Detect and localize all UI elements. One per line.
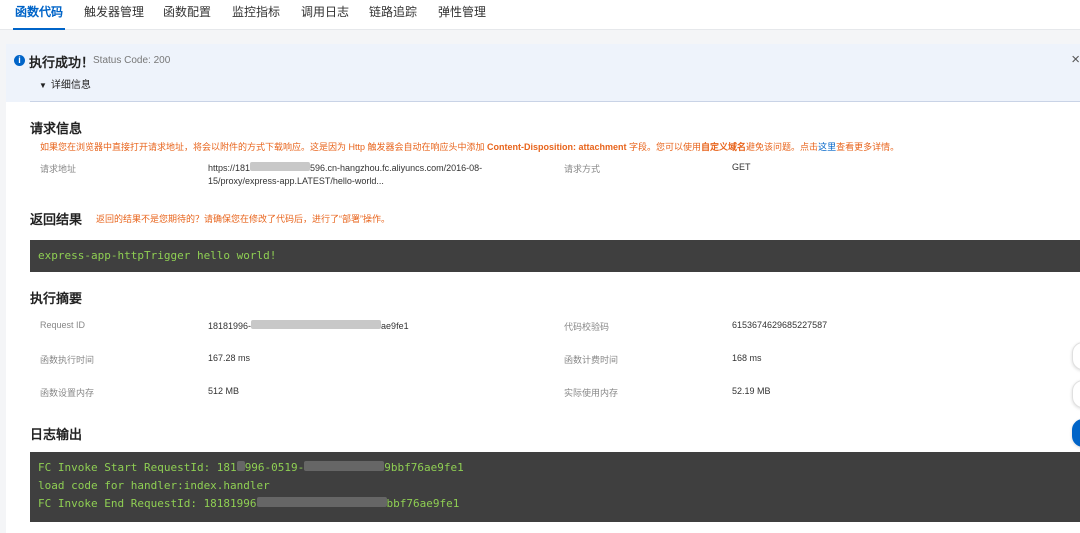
result-header: i 执行成功！ Status Code: 200 × ▼ 详细信息 <box>6 44 1080 102</box>
memory-label: 函数设置内存 <box>40 388 95 398</box>
warning-text: 查看更多详情。 <box>836 142 900 152</box>
status-code: Status Code: 200 <box>93 55 171 66</box>
log-text: 9bbf76ae9fe1 <box>384 461 464 474</box>
warning-text: 避免该问题。点击 <box>746 142 819 152</box>
request-id-value: 18181996- ae9fe1 <box>208 320 409 331</box>
used-memory-label: 实际使用内存 <box>564 388 619 398</box>
used-memory-value: 52.19 MB <box>732 386 771 396</box>
memory-value: 512 MB <box>208 386 240 396</box>
redacted-block <box>250 162 311 171</box>
tab-function-code[interactable]: 函数代码 <box>12 0 66 30</box>
tab-monitoring[interactable]: 监控指标 <box>232 0 280 30</box>
divider <box>30 101 1080 102</box>
url-text: https://181 <box>208 163 251 173</box>
close-icon[interactable]: × <box>1071 51 1080 68</box>
redacted-block <box>236 461 245 471</box>
floating-help-button[interactable] <box>1072 419 1080 447</box>
warning-text: 如果您在浏览器中直接打开请求地址，将会以附件的方式下载响应。这是因为 Http … <box>40 142 488 152</box>
response-title: 返回结果 <box>30 212 83 227</box>
request-info-title: 请求信息 <box>30 121 83 136</box>
log-text: 996-0519- <box>244 461 305 474</box>
billed-time-label: 函数计费时间 <box>564 355 619 365</box>
result-title: 执行成功！ <box>29 55 95 70</box>
log-line: FC Invoke Start RequestId: 181 996-0519- 9… <box>38 461 464 474</box>
response-warning: 返回的结果不是您期待的？请确保您在修改了代码后，进行了“部署”操作。 <box>96 214 390 224</box>
caret-down-icon: ▼ <box>39 81 47 90</box>
floating-action-button[interactable] <box>1072 342 1080 370</box>
response-output: express-app-httpTrigger hello world! <box>30 240 1080 272</box>
floating-action-button[interactable] <box>1072 380 1080 408</box>
summary-title: 执行摘要 <box>30 291 83 306</box>
checksum-value: 6153674629685227587 <box>732 320 828 330</box>
details-toggle[interactable]: ▼ 详细信息 <box>39 76 91 91</box>
log-line: FC Invoke End RequestId: 18181996 bbf76ae… <box>38 497 459 510</box>
log-output-title: 日志输出 <box>30 427 83 442</box>
tab-function-config[interactable]: 函数配置 <box>163 0 211 30</box>
log-text: bbf76ae9fe1 <box>386 497 460 510</box>
response-output-text: express-app-httpTrigger hello world! <box>38 249 277 262</box>
tab-bar: 函数代码 触发器管理 函数配置 监控指标 调用日志 链路追踪 弹性管理 <box>0 0 1080 30</box>
request-method-value: GET <box>732 162 751 172</box>
checksum-label: 代码校验码 <box>564 322 610 332</box>
log-text: FC Invoke End RequestId: 18181996 <box>38 497 257 510</box>
tab-invocation-logs[interactable]: 调用日志 <box>301 0 349 30</box>
redacted-block <box>256 497 387 507</box>
url-text: 596.cn-hangzhou.fc.aliyuncs.com/2016-08- <box>310 163 483 173</box>
details-label: 详细信息 <box>50 80 91 91</box>
request-method-label: 请求方式 <box>564 164 601 174</box>
execution-result-panel: i 执行成功！ Status Code: 200 × ▼ 详细信息 请求信息 如果… <box>6 44 1080 533</box>
tab-elastic-management[interactable]: 弹性管理 <box>438 0 486 30</box>
request-id-text: 18181996- <box>208 321 252 331</box>
request-id-text: ae9fe1 <box>381 321 409 331</box>
log-output: FC Invoke Start RequestId: 181 996-0519- 9… <box>30 452 1080 522</box>
custom-domain-text: 自定义域名 <box>701 142 747 152</box>
log-text: FC Invoke Start RequestId: 181 <box>38 461 237 474</box>
request-url-label: 请求地址 <box>40 164 77 174</box>
tab-tracing[interactable]: 链路追踪 <box>369 0 417 30</box>
request-url-value: https://181 596.cn-hangzhou.fc.aliyuncs.c… <box>208 162 482 188</box>
log-line: load code for handler:index.handler <box>38 479 270 492</box>
tab-trigger-management[interactable]: 触发器管理 <box>84 0 144 30</box>
here-link[interactable]: 这里 <box>818 142 836 152</box>
billed-time-value: 168 ms <box>732 353 762 363</box>
exec-time-label: 函数执行时间 <box>40 355 95 365</box>
request-id-label: Request ID <box>40 320 86 330</box>
redacted-block <box>304 461 385 471</box>
exec-time-value: 167.28 ms <box>208 353 251 363</box>
redacted-block <box>251 320 382 329</box>
warning-header-name: Content-Disposition: attachment <box>487 142 627 152</box>
request-warning: 如果您在浏览器中直接打开请求地址，将会以附件的方式下载响应。这是因为 Http … <box>40 140 899 153</box>
url-text: 15/proxy/express-app.LATEST/hello-world.… <box>208 176 384 186</box>
info-icon: i <box>14 55 25 66</box>
warning-text: 字段。您可以使用 <box>626 142 702 152</box>
